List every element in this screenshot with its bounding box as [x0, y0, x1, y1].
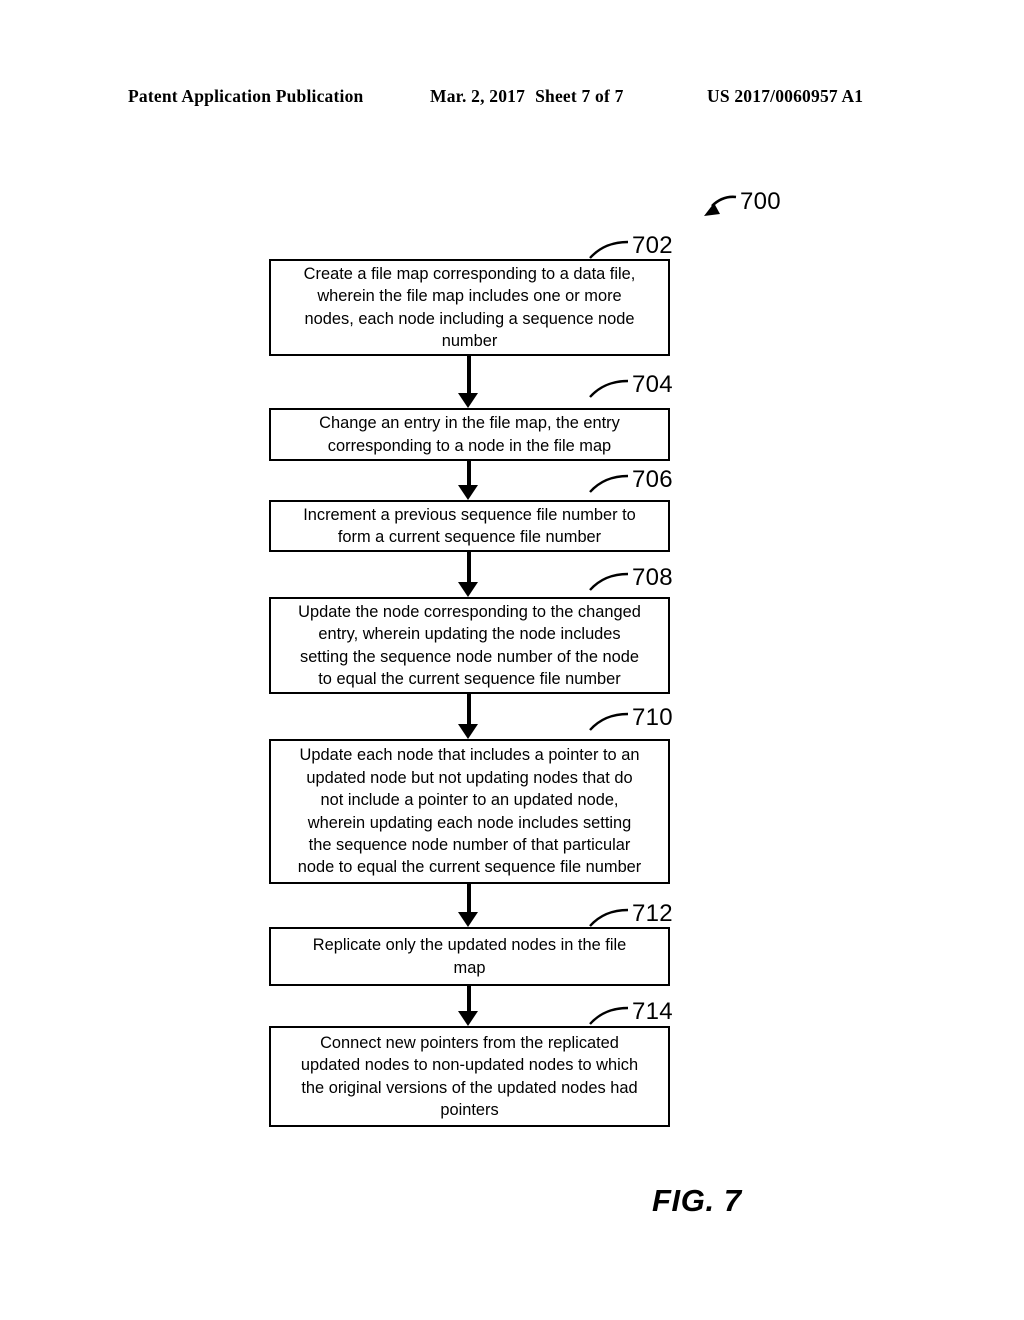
figure-caption: FIG. 7 [652, 1183, 742, 1218]
flowchart-step-708-text: Update the node corresponding to the cha… [298, 601, 641, 691]
connector-702-704 [467, 356, 471, 394]
step-line: node to equal the current sequence file … [297, 858, 642, 877]
step-line: to equal the current sequence file numbe… [318, 669, 621, 688]
step-line: Change an entry in the file map, the ent… [319, 414, 620, 433]
flowchart-step-704: Change an entry in the file map, the ent… [269, 408, 670, 461]
step-line: updated nodes to non-updated nodes to wh… [300, 1056, 639, 1075]
arrowhead-712-714 [458, 1011, 478, 1026]
flowchart-step-710: Update each node that includes a pointer… [269, 739, 670, 884]
step-line: Create a file map corresponding to a dat… [303, 264, 636, 283]
flowchart-step-712: Replicate only the updated nodes in the … [269, 927, 670, 986]
reference-numeral-708: 708 [632, 564, 673, 591]
flowchart-step-712-text: Replicate only the updated nodes in the … [313, 934, 626, 979]
flowchart-step-714: Connect new pointers from the replicated… [269, 1026, 670, 1127]
step-line: Increment a previous sequence file numbe… [303, 505, 636, 524]
step-line: wherein updating each node includes sett… [307, 813, 632, 832]
flowchart-step-704-text: Change an entry in the file map, the ent… [319, 412, 620, 457]
step-line: Update each node that includes a pointer… [299, 746, 640, 765]
step-line: corresponding to a node in the file map [327, 436, 612, 455]
step-line: pointers [440, 1100, 499, 1119]
reference-numeral-714: 714 [632, 998, 673, 1025]
flowchart-step-706: Increment a previous sequence file numbe… [269, 500, 670, 552]
connector-710-712 [467, 884, 471, 912]
step-line: the sequence node number of that particu… [308, 835, 631, 854]
flowchart-step-706-text: Increment a previous sequence file numbe… [303, 504, 636, 549]
arrowhead-710-712 [458, 912, 478, 927]
flowchart-step-714-text: Connect new pointers from the replicated… [301, 1032, 638, 1122]
step-line: Replicate only the updated nodes in the … [312, 936, 627, 955]
connector-712-714 [467, 986, 471, 1011]
flowchart-step-702: Create a file map corresponding to a dat… [269, 259, 670, 356]
connector-704-706 [467, 461, 471, 485]
step-line: Update the node corresponding to the cha… [298, 602, 641, 621]
reference-numeral-706: 706 [632, 466, 673, 493]
step-line: not include a pointer to an updated node… [320, 791, 619, 810]
reference-numeral-712: 712 [632, 900, 673, 927]
step-line: updated node but not updating nodes that… [306, 768, 633, 787]
arrowhead-706-708 [458, 582, 478, 597]
step-line: map [453, 958, 486, 977]
step-line: nodes, each node including a sequence no… [304, 309, 635, 328]
flowchart-diagram: 700 702 704 706 708 710 712 714 Create a… [0, 0, 1024, 1320]
connector-706-708 [467, 552, 471, 582]
step-line: setting the sequence node number of the … [300, 647, 639, 666]
arrowhead-702-704 [458, 393, 478, 408]
step-line: entry, wherein updating the node include… [318, 625, 621, 644]
step-line: number [441, 331, 498, 350]
step-line: form a current sequence file number [337, 528, 602, 546]
reference-numeral-700: 700 [740, 188, 781, 215]
arrowhead-704-706 [458, 485, 478, 500]
arrowhead-708-710 [458, 724, 478, 739]
step-line: wherein the file map includes one or mor… [317, 287, 622, 306]
flowchart-step-710-text: Update each node that includes a pointer… [298, 744, 642, 878]
flowchart-step-708: Update the node corresponding to the cha… [269, 597, 670, 694]
reference-numeral-702: 702 [632, 232, 673, 259]
reference-numeral-710: 710 [632, 704, 673, 731]
step-line: the original versions of the updated nod… [301, 1078, 638, 1097]
step-line: Connect new pointers from the replicated [320, 1033, 619, 1052]
reference-numeral-704: 704 [632, 371, 673, 398]
flowchart-step-702-text: Create a file map corresponding to a dat… [304, 263, 636, 353]
connector-708-710 [467, 694, 471, 724]
